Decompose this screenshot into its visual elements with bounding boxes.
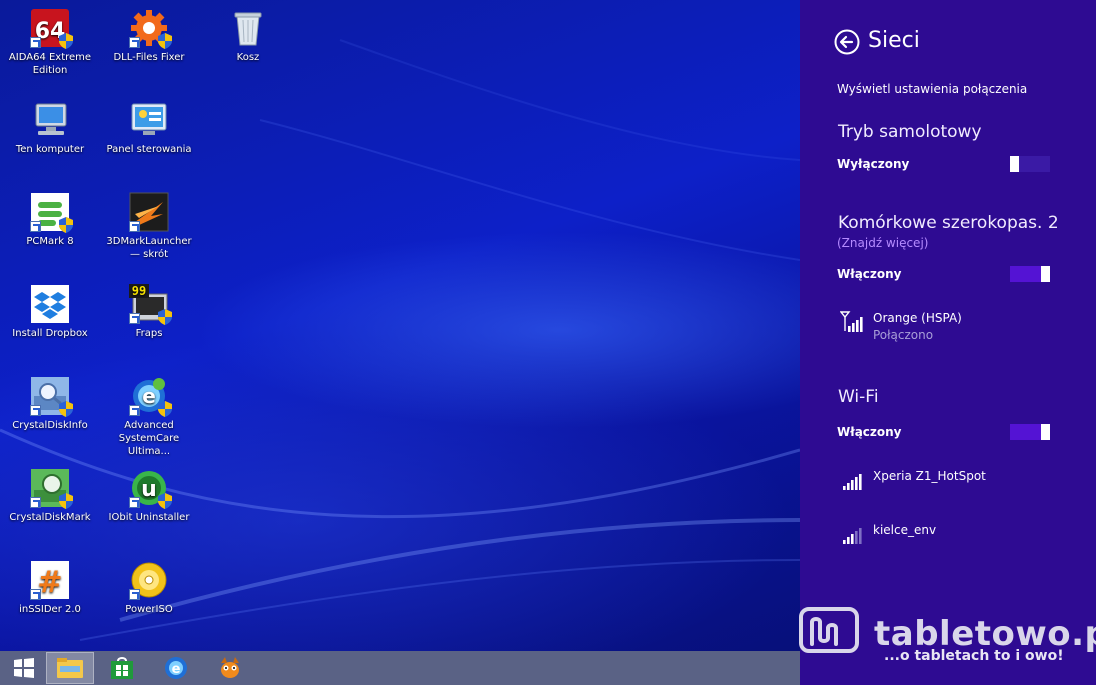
desktop-icon-label: inSSIDer 2.0 xyxy=(19,604,81,615)
wifi-heading: Wi-Fi xyxy=(838,387,879,407)
wifi-signal-icon xyxy=(843,528,862,544)
desktop-icon-inssider[interactable]: # inSSIDer 2.0 xyxy=(2,560,98,616)
svg-text:#: # xyxy=(37,565,62,600)
desktop-icon-label: Panel sterowania xyxy=(106,144,192,155)
mobile-broadband-toggle[interactable] xyxy=(1010,266,1050,282)
taskbar-store[interactable] xyxy=(98,652,146,684)
shortcut-arrow-icon xyxy=(129,589,140,600)
network-status: Połączono xyxy=(873,328,934,342)
desktop-icon-crystaldiskmark[interactable]: CrystalDiskMark xyxy=(2,468,98,524)
game-app-icon xyxy=(221,657,239,678)
uac-shield-icon xyxy=(158,33,172,49)
shortcut-arrow-icon xyxy=(129,313,140,324)
desktop-icon-iobit-uninstaller[interactable]: u IObit Uninstaller xyxy=(101,468,197,524)
airplane-mode-heading: Tryb samolotowy xyxy=(838,122,982,142)
wifi-network-xperia[interactable]: Xperia Z1_HotSpot xyxy=(840,469,1060,499)
mobile-broadband-heading: Komórkowe szerokopas. 2 xyxy=(838,213,1059,233)
windows-start-icon xyxy=(14,658,34,678)
shortcut-arrow-icon xyxy=(30,589,41,600)
wifi-state: Włączony xyxy=(837,425,902,439)
taskbar: e xyxy=(0,651,800,685)
desktop-icon-crystaldiskinfo[interactable]: CrystalDiskInfo xyxy=(2,376,98,432)
tabletowo-logo-icon xyxy=(799,607,859,653)
desktop-icon-label: CrystalDiskMark xyxy=(9,512,91,523)
back-arrow-icon[interactable] xyxy=(834,29,860,55)
uac-shield-icon xyxy=(158,401,172,417)
start-button[interactable] xyxy=(0,652,48,684)
desktop-icon-label: PowerISO xyxy=(125,604,173,615)
network-name: kielce_env xyxy=(873,523,937,537)
desktop-icon-advanced-systemcare[interactable]: e Advanced SystemCare Ultima... xyxy=(101,376,197,458)
uac-shield-icon xyxy=(59,217,73,233)
computer-icon xyxy=(35,103,67,135)
panel-title: Sieci xyxy=(868,28,920,53)
uac-shield-icon xyxy=(59,493,73,509)
desktop-icon-label: Ten komputer xyxy=(15,144,85,155)
desktop-icon-label: CrystalDiskInfo xyxy=(12,420,88,431)
file-explorer-icon xyxy=(57,658,83,678)
uac-shield-icon xyxy=(158,493,172,509)
shortcut-arrow-icon xyxy=(129,37,140,48)
desktop-icon-label: IObit Uninstaller xyxy=(108,512,190,523)
svg-text:e: e xyxy=(142,384,156,408)
wifi-network-kielce[interactable]: kielce_env xyxy=(840,523,1060,553)
watermark-tagline: ...o tabletach to i owo! xyxy=(884,648,1064,664)
mobile-broadband-state: Włączony xyxy=(837,267,902,281)
svg-text:u: u xyxy=(141,477,157,502)
network-name: Orange (HSPA) xyxy=(873,311,962,325)
desktop-icon-install-dropbox[interactable]: Install Dropbox xyxy=(2,284,98,340)
shortcut-arrow-icon xyxy=(30,405,41,416)
desktop-icon-control-panel[interactable]: Panel sterowania xyxy=(101,100,197,156)
svg-text:99: 99 xyxy=(132,284,146,298)
shortcut-arrow-icon xyxy=(129,221,140,232)
uac-shield-icon xyxy=(158,309,172,325)
desktop-icon-label: AIDA64 Extreme Edition xyxy=(8,52,92,76)
desktop-icon-label: DLL-Files Fixer xyxy=(113,52,185,63)
taskbar-advanced-systemcare[interactable]: e xyxy=(152,652,200,684)
networks-panel: Sieci Wyświetl ustawienia połączenia Try… xyxy=(800,0,1096,685)
taskbar-file-explorer[interactable] xyxy=(46,652,94,684)
shortcut-arrow-icon xyxy=(30,221,41,232)
shortcut-arrow-icon xyxy=(30,497,41,508)
desktop-icon-label: Advanced SystemCare Ultima... xyxy=(118,420,180,457)
desktop-icon-pcmark8[interactable]: PCMark 8 xyxy=(2,192,98,248)
desktop-icon-recycle-bin[interactable]: Kosz xyxy=(200,8,296,64)
dropbox-icon xyxy=(31,285,69,323)
desktop-icon-this-pc[interactable]: Ten komputer xyxy=(2,100,98,156)
wifi-toggle[interactable] xyxy=(1010,424,1050,440)
desktop-icon-label: Kosz xyxy=(236,52,260,63)
uac-shield-icon xyxy=(59,33,73,49)
view-connection-settings-link[interactable]: Wyświetl ustawienia połączenia xyxy=(837,82,1027,96)
desktop-icon-dll-files-fixer[interactable]: DLL-Files Fixer xyxy=(101,8,197,64)
control-panel-icon xyxy=(131,103,167,135)
watermark: tabletowo.pl ...o tabletach to i owo! xyxy=(798,606,1096,670)
desktop-icon-fraps[interactable]: 99 Fraps xyxy=(101,284,197,340)
shortcut-arrow-icon xyxy=(30,37,41,48)
desktop-icon-label: Fraps xyxy=(135,328,163,339)
uac-shield-icon xyxy=(59,401,73,417)
desktop-icon-3dmarklauncher[interactable]: 3DMarkLauncher — skrót xyxy=(101,192,197,261)
desktop-icon-label: Install Dropbox xyxy=(12,328,88,339)
mobile-network-orange[interactable]: Orange (HSPA) Połączono xyxy=(840,311,1060,342)
wifi-signal-icon xyxy=(843,474,862,490)
advanced-systemcare-icon: e xyxy=(165,657,187,679)
find-more-link[interactable]: (Znajdź więcej) xyxy=(837,236,928,250)
desktop-icon-poweriso[interactable]: PowerISO xyxy=(101,560,197,616)
desktop-icon-aida64[interactable]: 64 AIDA64 Extreme Edition xyxy=(2,8,98,77)
network-name: Xperia Z1_HotSpot xyxy=(873,469,986,483)
store-icon xyxy=(111,657,133,679)
taskbar-game-app[interactable] xyxy=(206,652,254,684)
desktop-icon-label: 3DMarkLauncher — skrót xyxy=(106,236,192,260)
svg-text:e: e xyxy=(172,662,181,677)
desktop: 64 AIDA64 Extreme Edition Ten komputer P… xyxy=(0,0,800,651)
shortcut-arrow-icon xyxy=(129,497,140,508)
airplane-mode-state: Wyłączony xyxy=(837,157,910,171)
airplane-mode-toggle[interactable] xyxy=(1010,156,1050,172)
recycle-bin-icon xyxy=(234,12,262,46)
shortcut-arrow-icon xyxy=(129,405,140,416)
desktop-icon-label: PCMark 8 xyxy=(26,236,74,247)
cellular-signal-icon xyxy=(840,311,863,332)
